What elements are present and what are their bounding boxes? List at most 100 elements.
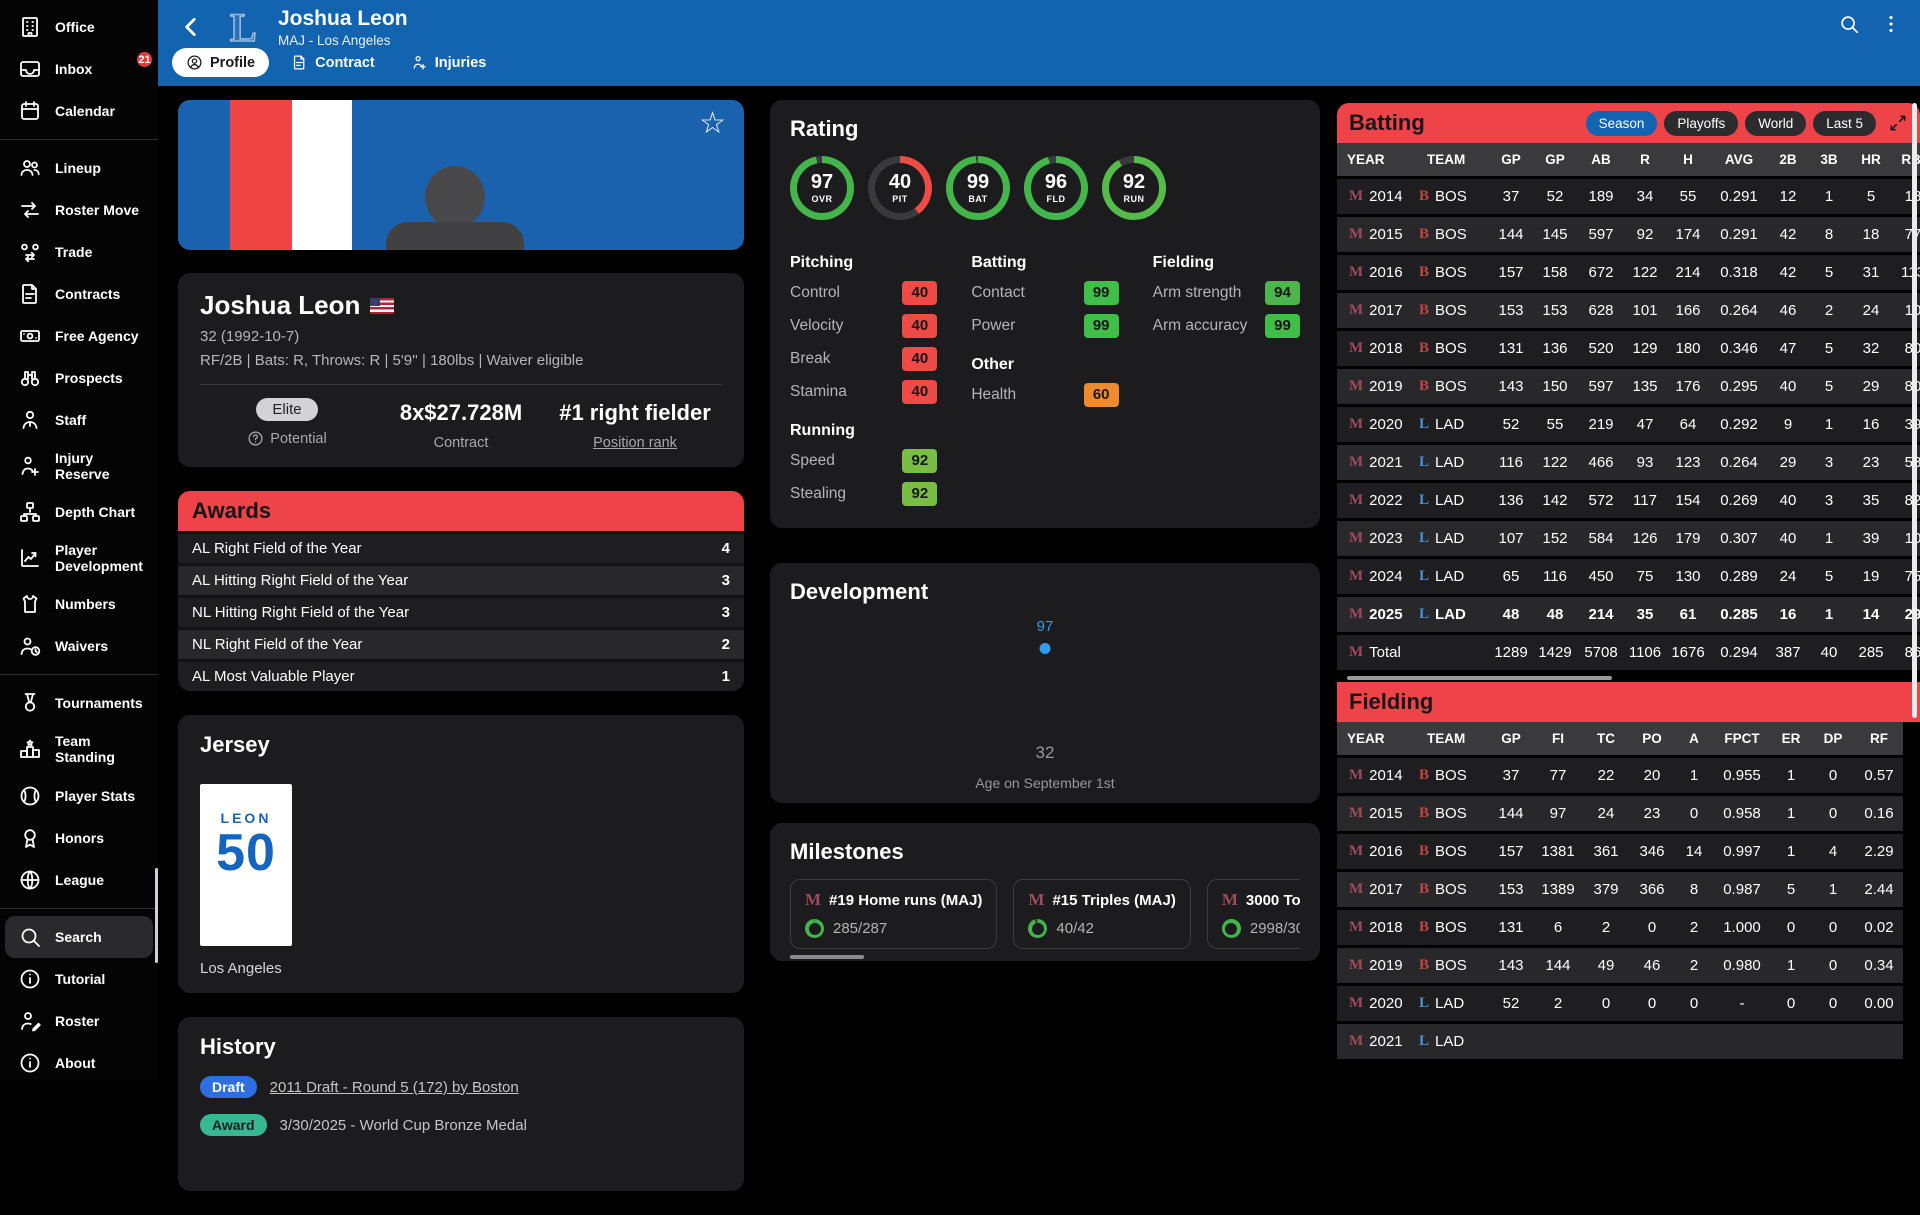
sidebar-item-depth-chart[interactable]: Depth Chart [0,491,158,533]
fielding-row-2019[interactable]: M2019BBOS143144494620.980100.34 [1337,948,1903,983]
sidebar-item-about[interactable]: About [0,1042,158,1084]
sidebar-item-injury-reserve[interactable]: Injury Reserve [0,441,158,491]
year-cell-flex: M2016 [1339,843,1415,860]
sidebar-item-inbox[interactable]: Inbox21 [0,48,158,90]
fielding-col-rf[interactable]: RF [1855,722,1903,755]
stat-cell: 2 [1583,910,1629,945]
history-event-text[interactable]: 2011 Draft - Round 5 (172) by Boston [270,1079,519,1096]
batting-row-2016[interactable]: M2016BBOS1571586721222140.31842531113 [1337,255,1920,290]
batting-row-2018[interactable]: M2018BBOS1311365201291800.3464753280 [1337,331,1920,366]
filter-world[interactable]: World [1745,111,1806,136]
sidebar-item-roster-move[interactable]: Roster Move [0,189,158,231]
search-icon[interactable] [1838,13,1860,35]
sidebar-item-roster[interactable]: Roster [0,1000,158,1042]
fielding-row-2014[interactable]: M2014BBOS3777222010.955100.57 [1337,758,1903,793]
sidebar-item-numbers[interactable]: Numbers [0,583,158,625]
sidebar-item-league[interactable]: League [0,859,158,901]
back-button[interactable] [178,14,204,40]
batting-row-2017[interactable]: M2017BBOS1531536281011660.2644622410 [1337,293,1920,328]
sidebar-item-player-stats[interactable]: Player Stats [0,775,158,817]
batting-col-hr[interactable]: HR [1849,143,1893,176]
fielding-row-2016[interactable]: M2016BBOS1571381361346140.997142.29 [1337,834,1903,869]
fielding-col-dp[interactable]: DP [1811,722,1855,755]
question-icon[interactable] [247,430,264,447]
sidebar-item-staff[interactable]: Staff [0,399,158,441]
expand-icon[interactable] [1888,113,1908,133]
batting-row-2022[interactable]: M2022LLAD1361425721171540.2694033582 [1337,483,1920,518]
fielding-col-gp[interactable]: GP [1489,722,1533,755]
position-rank-link[interactable]: Position rank [548,435,722,451]
sidebar-item-team-standing[interactable]: Team Standing [0,724,158,774]
milestone-card[interactable]: M#19 Home runs (MAJ)285/287 [790,879,997,949]
sidebar-nav: OfficeInbox21Calendar LineupRoster MoveTr… [0,6,158,1084]
sidebar-item-tutorial[interactable]: Tutorial [0,958,158,1000]
batting-row-2020[interactable]: M2020LLAD525521947640.292911639 [1337,407,1920,442]
sidebar-item-tournaments[interactable]: Tournaments [0,682,158,724]
batting-col-avg[interactable]: AVG [1711,143,1767,176]
milestones-scrollbar[interactable] [790,955,864,959]
milestone-card[interactable]: M#15 Triples (MAJ)40/42 [1013,879,1190,949]
batting-row-2023[interactable]: M2023LLAD1071525841261790.3074013910 [1337,521,1920,556]
tab-contract[interactable]: Contract [277,48,389,77]
sidebar-item-free-agency[interactable]: Free Agency [0,315,158,357]
fielding-col-team[interactable]: TEAM [1417,722,1489,755]
batting-col-gp[interactable]: GP [1533,143,1577,176]
sidebar-item-honors[interactable]: Honors [0,817,158,859]
batting-col-3b[interactable]: 3B [1809,143,1849,176]
fielding-col-year[interactable]: YEAR [1337,722,1417,755]
sidebar-item-player-development[interactable]: Player Development [0,533,158,583]
tab-injuries[interactable]: Injuries [397,48,501,77]
stat-cell: 97 [1533,796,1583,831]
sidebar-item-trade[interactable]: Trade [0,231,158,273]
batting-col-2b[interactable]: 2B [1767,143,1809,176]
filter-season[interactable]: Season [1586,111,1658,136]
page-scrollbar[interactable] [1912,103,1917,718]
batting-row-2015[interactable]: M2015BBOS144145597921740.2914281877 [1337,217,1920,252]
batting-col-h[interactable]: H [1665,143,1711,176]
fielding-col-fpct[interactable]: FPCT [1713,722,1771,755]
fielding-col-fi[interactable]: FI [1533,722,1583,755]
batting-row-2014[interactable]: M2014BBOS375218934550.291121518 [1337,179,1920,214]
fielding-row-2017[interactable]: M2017BBOS153138937936680.987512.44 [1337,872,1903,907]
sidebar-scrollbar[interactable] [155,868,158,963]
sidebar-item-waivers[interactable]: Waivers [0,625,158,667]
filter-last-5[interactable]: Last 5 [1813,111,1876,136]
gauge-label: PIT [892,194,908,204]
batting-col-year[interactable]: YEAR [1337,143,1417,176]
fielding-row-2020[interactable]: M2020LLAD522000-000.00 [1337,986,1903,1021]
kebab-menu-icon[interactable] [1880,13,1902,35]
batting-col-gp[interactable]: GP [1489,143,1533,176]
sidebar-item-search[interactable]: Search [5,916,153,958]
development-point[interactable] [1040,643,1051,654]
sidebar-item-office[interactable]: Office [0,6,158,48]
tab-profile[interactable]: Profile [172,48,269,77]
batting-row-2024[interactable]: M2024LLAD65116450751300.2892451975 [1337,559,1920,594]
fielding-col-er[interactable]: ER [1771,722,1811,755]
batting-col-ab[interactable]: AB [1577,143,1625,176]
fielding-row-2018[interactable]: M2018BBOS13162021.000000.02 [1337,910,1903,945]
filter-playoffs[interactable]: Playoffs [1664,111,1738,136]
fielding-col-a[interactable]: A [1675,722,1713,755]
sidebar-item-calendar[interactable]: Calendar [0,90,158,132]
position-rank-block: #1 right fielder Position rank [548,398,722,451]
batting-col-r[interactable]: R [1625,143,1665,176]
fielding-col-po[interactable]: PO [1629,722,1675,755]
milestone-title: 3000 Total bases [1246,892,1300,909]
award-row: NL Hitting Right Field of the Year3 [178,598,744,627]
batting-col-team[interactable]: TEAM [1417,143,1489,176]
batting-row-2025[interactable]: M2025LLAD484821435610.2851611429 [1337,597,1920,632]
milestone-card[interactable]: M3000 Total bases2998/3000 [1207,879,1300,949]
sidebar-item-contracts[interactable]: Contracts [0,273,158,315]
fielding-row-2015[interactable]: M2015BBOS14497242300.958100.16 [1337,796,1903,831]
trade-icon [18,240,42,264]
fielding-col-tc[interactable]: TC [1583,722,1629,755]
sidebar-item-lineup[interactable]: Lineup [0,147,158,189]
batting-row-2021[interactable]: M2021LLAD116122466931230.2642932358 [1337,445,1920,480]
favorite-star-icon[interactable]: ☆ [699,106,726,141]
batting-hscrollbar[interactable] [1347,676,1612,680]
batting-row-total[interactable]: MTotal128914295708110616760.294387402858… [1337,635,1920,670]
team-cell-flex: LLAD [1419,416,1487,433]
sidebar-item-prospects[interactable]: Prospects [0,357,158,399]
batting-row-2019[interactable]: M2019BBOS1431505971351760.2954052980 [1337,369,1920,404]
fielding-row-2021[interactable]: M2021LLAD [1337,1024,1903,1059]
